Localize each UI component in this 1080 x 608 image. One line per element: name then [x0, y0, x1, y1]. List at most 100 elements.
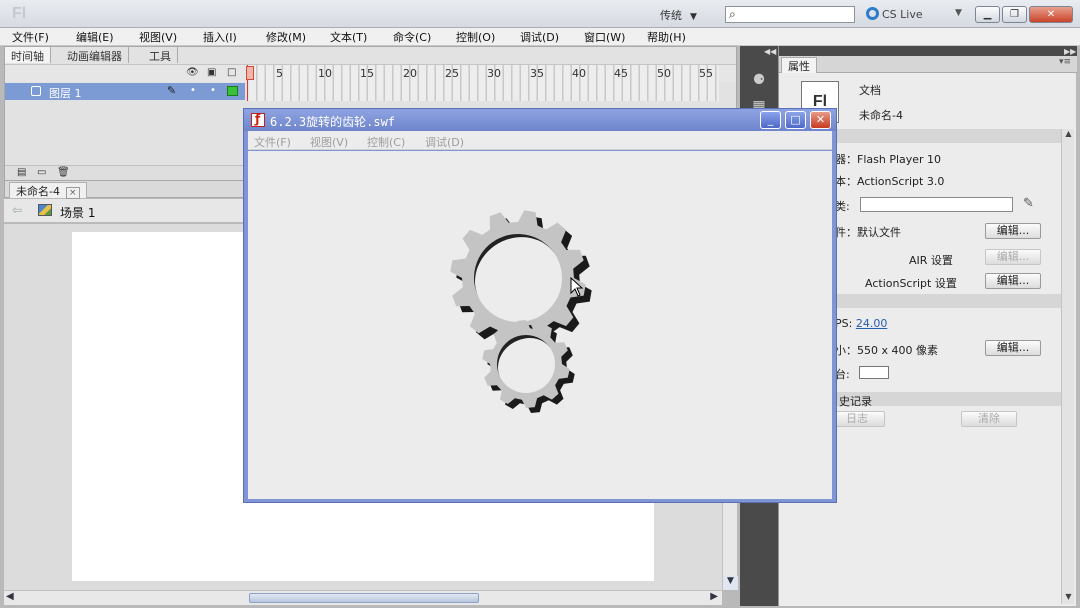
search-icon: ⌕ — [729, 7, 736, 21]
swf-title-bar[interactable]: 6.2.3旋转的齿轮.swf _ □ ✕ — [244, 109, 836, 131]
layer-name: 图层 1 — [49, 87, 82, 100]
scene-name: 场景 1 — [60, 206, 96, 220]
document-tab[interactable]: 未命名-4 × — [9, 182, 87, 199]
tab-motion-editor[interactable]: 动画编辑器 — [61, 47, 129, 63]
properties-tab-bar: 属性 ▾≡ — [779, 56, 1077, 73]
scroll-thumb[interactable] — [249, 593, 479, 603]
menu-help[interactable]: 帮助(H) — [647, 29, 686, 45]
class-label: 类: — [835, 200, 850, 213]
fps-row: PS: 24.00 — [835, 317, 887, 330]
properties-scrollbar[interactable]: ▲ ▼ — [1061, 129, 1074, 604]
doc-name-label: 未命名-4 — [859, 109, 903, 122]
actionscript-settings-label: ActionScript 设置 — [865, 277, 957, 290]
swf-menu-view[interactable]: 视图(V) — [310, 134, 348, 150]
scroll-right-arrow-icon[interactable]: ▶ — [710, 591, 718, 602]
menu-commands[interactable]: 命令(C) — [393, 29, 431, 45]
minimize-button[interactable]: ▁ — [975, 6, 1000, 23]
swf-minimize-button[interactable]: _ — [760, 111, 781, 129]
class-input[interactable] — [860, 197, 1013, 212]
edit-profile-button[interactable]: 编辑... — [985, 223, 1041, 239]
scroll-down-arrow-icon[interactable]: ▼ — [1062, 592, 1075, 604]
tab-tools[interactable]: 工具 — [143, 47, 178, 63]
player-label: 器：Flash Player 10 — [835, 153, 942, 166]
search-input[interactable]: ⌕ — [725, 6, 855, 23]
doc-type-label: 文档 — [859, 84, 881, 97]
cs-live-button[interactable]: CS Live — [866, 7, 923, 21]
back-arrow-icon[interactable]: ⇦ — [12, 203, 22, 217]
new-layer-icon[interactable]: ▤ — [17, 167, 26, 178]
collapse-icon[interactable]: ◀◀ — [764, 47, 776, 56]
frame-number: 30 — [487, 67, 501, 80]
layer-row[interactable]: 图层 1 ✎ • • — [5, 83, 245, 100]
air-edit-button[interactable]: 编辑... — [985, 249, 1041, 265]
cs-live-icon — [866, 7, 879, 20]
horizontal-scrollbar[interactable]: ◀ ▶ — [4, 590, 722, 605]
frame-number: 50 — [657, 67, 671, 80]
scroll-left-arrow-icon[interactable]: ◀ — [6, 591, 14, 602]
swf-menu-bar: 文件(F) 视图(V) 控制(C) 调试(D) — [248, 131, 832, 150]
air-settings-label: AIR 设置 — [909, 254, 953, 267]
frame-number: 5 — [276, 67, 283, 80]
swf-close-button[interactable]: ✕ — [810, 111, 831, 129]
pencil-icon: ✎ — [167, 84, 177, 97]
close-button[interactable]: ✕ — [1029, 6, 1073, 23]
workspace-switcher[interactable]: 传统 ▼ — [660, 7, 697, 23]
small-gear — [482, 320, 570, 408]
gears-animation — [450, 210, 592, 413]
menu-modify[interactable]: 修改(M) — [266, 29, 306, 45]
menu-control[interactable]: 控制(O) — [456, 29, 495, 45]
scene-icon — [38, 204, 52, 216]
frame-number: 45 — [614, 67, 628, 80]
menu-view[interactable]: 视图(V) — [139, 29, 177, 45]
menu-window[interactable]: 窗口(W) — [584, 29, 625, 45]
document-tab-label: 未命名-4 — [16, 185, 60, 198]
menu-insert[interactable]: 插入(I) — [203, 29, 237, 45]
edit-size-button[interactable]: 编辑... — [985, 340, 1041, 356]
swf-content-area[interactable] — [248, 151, 832, 499]
scroll-up-arrow-icon[interactable]: ▲ — [1062, 129, 1075, 141]
visibility-dot[interactable]: • — [190, 85, 196, 96]
log-button[interactable]: 日志 — [829, 411, 885, 427]
tab-properties[interactable]: 属性 — [781, 57, 817, 73]
stage-color-swatch[interactable] — [859, 366, 889, 379]
timeline-footer: ▤ ▭ 🗑 — [5, 165, 245, 180]
actionscript-edit-button[interactable]: 编辑... — [985, 273, 1041, 289]
tab-timeline[interactable]: 时间轴 — [5, 47, 51, 63]
chevron-down-icon[interactable]: ▼ — [955, 8, 962, 18]
flash-logo: Fl — [12, 5, 27, 22]
frame-number: 40 — [572, 67, 586, 80]
swf-maximize-button[interactable]: □ — [785, 111, 806, 129]
close-icon[interactable]: × — [65, 187, 80, 199]
panel-top-bar — [779, 46, 1077, 56]
menu-debug[interactable]: 调试(D) — [520, 29, 559, 45]
fps-value[interactable]: 24.00 — [856, 317, 888, 330]
swf-menu-control[interactable]: 控制(C) — [367, 134, 405, 150]
menu-edit[interactable]: 编辑(E) — [76, 29, 114, 45]
outline-icon[interactable]: □ — [227, 67, 236, 78]
eye-icon[interactable]: 👁 — [186, 67, 199, 78]
new-folder-icon[interactable]: ▭ — [37, 167, 46, 178]
expand-icon[interactable]: ▶▶ — [1064, 47, 1076, 56]
scroll-down-arrow-icon[interactable]: ▼ — [723, 576, 738, 590]
lock-icon[interactable]: ▣ — [207, 67, 216, 78]
swf-menu-file[interactable]: 文件(F) — [254, 134, 291, 150]
clear-button[interactable]: 清除 — [961, 411, 1017, 427]
color-palette-icon[interactable]: ⚈ — [749, 72, 769, 88]
fps-label: PS: — [835, 317, 853, 330]
menu-text[interactable]: 文本(T) — [330, 29, 367, 45]
pencil-icon[interactable]: ✎ — [1023, 196, 1034, 211]
frame-number: 55 — [699, 67, 713, 80]
cs-live-label: CS Live — [882, 8, 923, 21]
swf-menu-debug[interactable]: 调试(D) — [425, 134, 464, 150]
playhead-handle[interactable] — [246, 66, 254, 80]
menu-file[interactable]: 文件(F) — [12, 29, 49, 45]
title-bar: Fl 传统 ▼ ⌕ CS Live ▼ ▁ ❐ ✕ — [0, 0, 1080, 28]
delete-icon[interactable]: 🗑 — [57, 167, 70, 178]
lock-dot[interactable]: • — [210, 85, 216, 96]
swf-player-window: 6.2.3旋转的齿轮.swf _ □ ✕ 文件(F) 视图(V) 控制(C) 调… — [243, 108, 837, 503]
layer-outline-color[interactable] — [227, 86, 238, 96]
restore-button[interactable]: ❐ — [1002, 6, 1027, 23]
frame-number: 20 — [403, 67, 417, 80]
frame-number: 15 — [360, 67, 374, 80]
panel-menu-icon[interactable]: ▾≡ — [1059, 57, 1071, 67]
